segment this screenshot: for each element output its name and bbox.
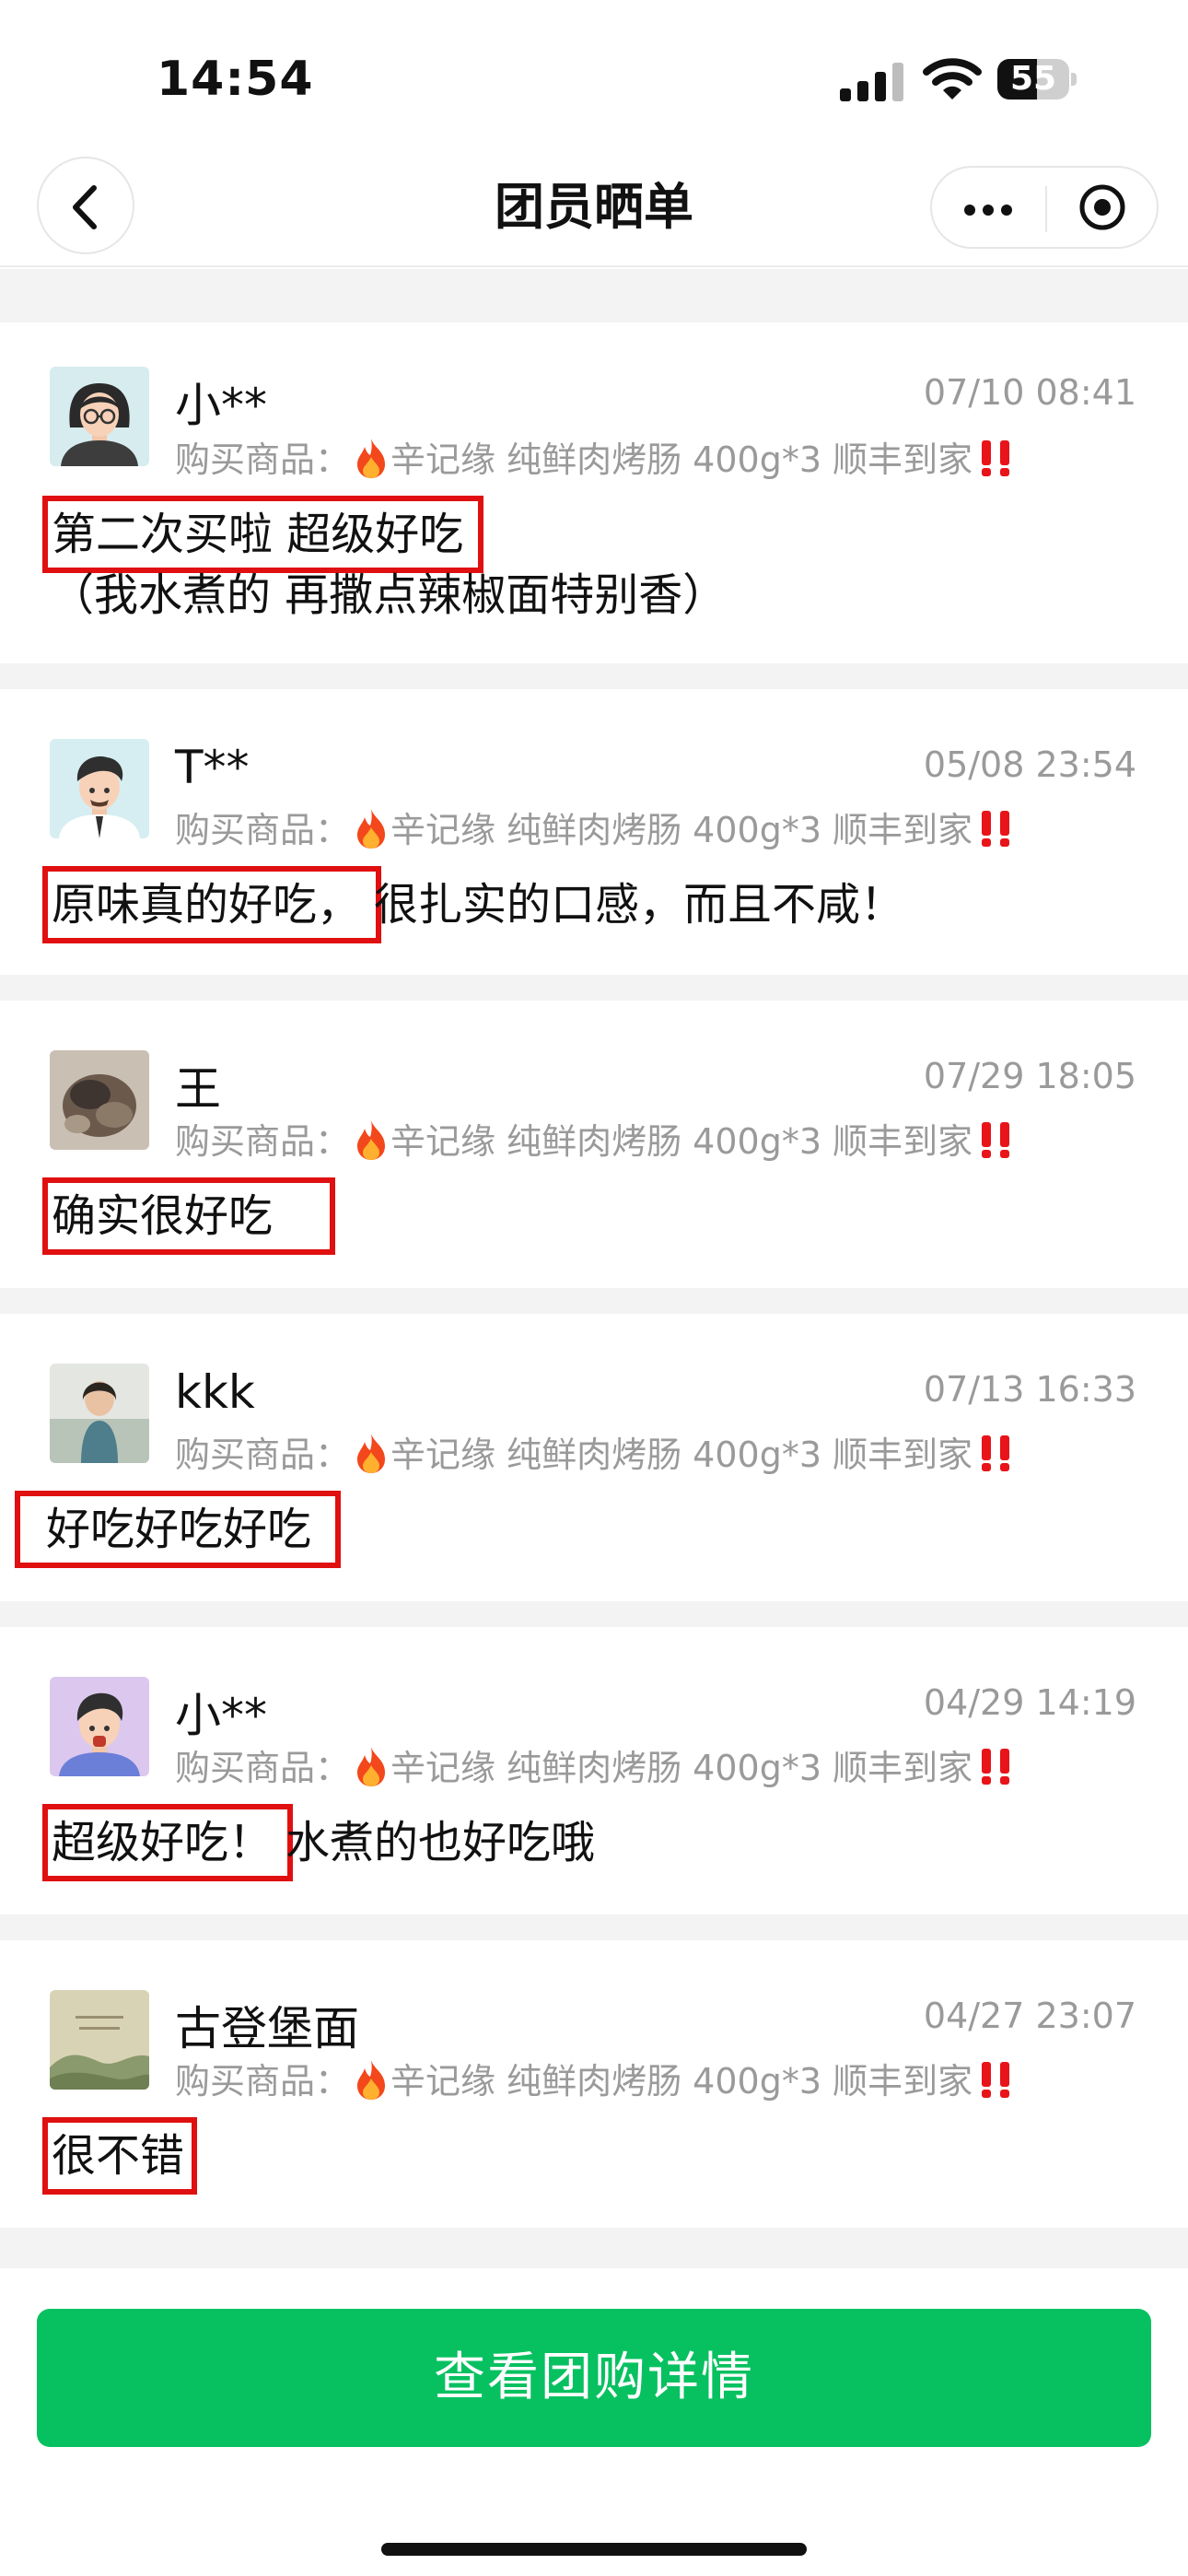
- highlighted-phrase: 第二次买啦 超级好吃: [41, 496, 484, 573]
- cellular-signal-icon: [840, 63, 904, 101]
- product-name: 辛记缘 纯鲜肉烤肠 400g*3 顺丰到家: [390, 1434, 973, 1475]
- username: 小**: [175, 379, 267, 432]
- review-card: 小** 07/10 08:41 购买商品： 辛记缘 纯鲜肉烤肠 400g*3 顺丰…: [0, 322, 1188, 663]
- review-comment: 很不错: [41, 2117, 1136, 2195]
- double-exclamation-icon: [976, 1120, 1015, 1159]
- product-prefix: 购买商品：: [175, 1748, 351, 1788]
- view-group-buy-details-button[interactable]: 查看团购详情: [37, 2309, 1151, 2447]
- username: 古登堡面: [175, 2002, 359, 2055]
- double-exclamation-icon: [976, 1434, 1015, 1472]
- review-feed[interactable]: 小** 07/10 08:41 购买商品： 辛记缘 纯鲜肉烤肠 400g*3 顺丰…: [0, 269, 1188, 2268]
- product-prefix: 购买商品：: [175, 439, 351, 480]
- review-card: 小** 04/29 14:19 购买商品： 辛记缘 纯鲜肉烤肠 400g*3 顺丰…: [0, 1627, 1188, 1914]
- review-card: T** 05/08 23:54 购买商品： 辛记缘 纯鲜肉烤肠 400g*3 顺丰…: [0, 689, 1188, 975]
- double-exclamation-icon: [976, 439, 1015, 477]
- user-avatar: [50, 1990, 149, 2090]
- username: 王: [175, 1062, 221, 1116]
- status-bar: 14:54 55: [0, 0, 1188, 147]
- fire-emoji-icon: [354, 807, 389, 849]
- username: kkk: [175, 1365, 255, 1419]
- product-name: 辛记缘 纯鲜肉烤肠 400g*3 顺丰到家: [390, 2061, 973, 2102]
- purchased-product: 购买商品： 辛记缘 纯鲜肉烤肠 400g*3 顺丰到家: [175, 1113, 1015, 1164]
- double-exclamation-icon: [976, 809, 1015, 848]
- user-avatar: [50, 1677, 149, 1776]
- review-card: 王 07/29 18:05 购买商品： 辛记缘 纯鲜肉烤肠 400g*3 顺丰到家…: [0, 1001, 1188, 1288]
- screen: 14:54 55 团员晒单 小** 07/10 08:41 购买商品： 辛记缘 …: [0, 0, 1188, 2576]
- home-indicator[interactable]: [381, 2543, 807, 2556]
- review-comment: 超级好吃！ 水煮的也好吃哦: [41, 1804, 1136, 1881]
- product-prefix: 购买商品：: [175, 2061, 351, 2102]
- product-name: 辛记缘 纯鲜肉烤肠 400g*3 顺丰到家: [390, 1748, 973, 1788]
- product-prefix: 购买商品：: [175, 810, 351, 850]
- comment-text: 很扎实的口感，而且不咸！: [374, 879, 905, 931]
- fire-emoji-icon: [354, 2058, 389, 2101]
- highlighted-phrase: 确实很好吃: [41, 1177, 336, 1255]
- highlighted-phrase: 很不错: [41, 2117, 198, 2195]
- status-time: 14:54: [157, 52, 314, 107]
- close-target-icon: [1079, 184, 1125, 230]
- purchased-product: 购买商品： 辛记缘 纯鲜肉烤肠 400g*3 顺丰到家: [175, 1739, 1015, 1790]
- double-exclamation-icon: [976, 2060, 1015, 2099]
- review-date: 04/27 23:07: [923, 1996, 1136, 2036]
- review-date: 05/08 23:54: [923, 744, 1136, 785]
- purchased-product: 购买商品： 辛记缘 纯鲜肉烤肠 400g*3 顺丰到家: [175, 431, 1015, 482]
- review-date: 07/13 16:33: [923, 1369, 1136, 1410]
- product-name: 辛记缘 纯鲜肉烤肠 400g*3 顺丰到家: [390, 439, 973, 480]
- fire-emoji-icon: [354, 1745, 389, 1787]
- highlighted-phrase: 原味真的好吃，: [41, 866, 382, 943]
- fire-emoji-icon: [354, 1432, 389, 1474]
- product-prefix: 购买商品：: [175, 1434, 351, 1475]
- purchased-product: 购买商品： 辛记缘 纯鲜肉烤肠 400g*3 顺丰到家: [175, 802, 1015, 852]
- review-comment: 好吃好吃好吃: [14, 1491, 1109, 1568]
- user-avatar: [50, 367, 149, 466]
- review-comment: 第二次买啦 超级好吃（我水煮的 再撒点辣椒面特别香）: [41, 496, 1136, 625]
- purchased-product: 购买商品： 辛记缘 纯鲜肉烤肠 400g*3 顺丰到家: [175, 1426, 1015, 1477]
- username: T**: [175, 741, 250, 794]
- highlighted-phrase: 超级好吃！: [41, 1804, 294, 1881]
- review-date: 04/29 14:19: [923, 1682, 1136, 1723]
- product-name: 辛记缘 纯鲜肉烤肠 400g*3 顺丰到家: [390, 1121, 973, 1162]
- more-button[interactable]: [932, 168, 1044, 247]
- double-exclamation-icon: [976, 1747, 1015, 1786]
- review-card: kkk 07/13 16:33 购买商品： 辛记缘 纯鲜肉烤肠 400g*3 顺丰…: [0, 1314, 1188, 1601]
- fire-emoji-icon: [354, 437, 389, 479]
- back-button[interactable]: [37, 157, 134, 254]
- nav-bar: 团员晒单: [0, 147, 1188, 267]
- username: 小**: [175, 1689, 267, 1742]
- fire-emoji-icon: [354, 1118, 389, 1161]
- battery-level: 55: [1009, 60, 1057, 98]
- battery-icon: 55: [997, 59, 1077, 100]
- review-comment: 原味真的好吃， 很扎实的口感，而且不咸！: [41, 866, 1136, 943]
- comment-text: 水煮的也好吃哦: [285, 1817, 596, 1868]
- user-avatar: [50, 1050, 149, 1150]
- comment-text: （我水煮的 再撒点辣椒面特别香）: [50, 569, 728, 621]
- purchased-product: 购买商品： 辛记缘 纯鲜肉烤肠 400g*3 顺丰到家: [175, 2053, 1015, 2103]
- review-date: 07/29 18:05: [923, 1056, 1136, 1096]
- review-card: 古登堡面 04/27 23:07 购买商品： 辛记缘 纯鲜肉烤肠 400g*3 顺…: [0, 1940, 1188, 2228]
- user-avatar: [50, 1364, 149, 1463]
- highlighted-phrase: 好吃好吃好吃: [14, 1491, 342, 1568]
- wifi-icon: [923, 58, 982, 100]
- review-comment: 确实很好吃: [41, 1177, 1136, 1255]
- mini-program-capsule: [930, 166, 1159, 249]
- close-mini-program-button[interactable]: [1047, 168, 1158, 247]
- chevron-left-icon: [73, 185, 97, 229]
- review-date: 07/10 08:41: [923, 372, 1136, 413]
- product-prefix: 购买商品：: [175, 1121, 351, 1162]
- user-avatar: [50, 739, 149, 838]
- product-name: 辛记缘 纯鲜肉烤肠 400g*3 顺丰到家: [390, 810, 973, 850]
